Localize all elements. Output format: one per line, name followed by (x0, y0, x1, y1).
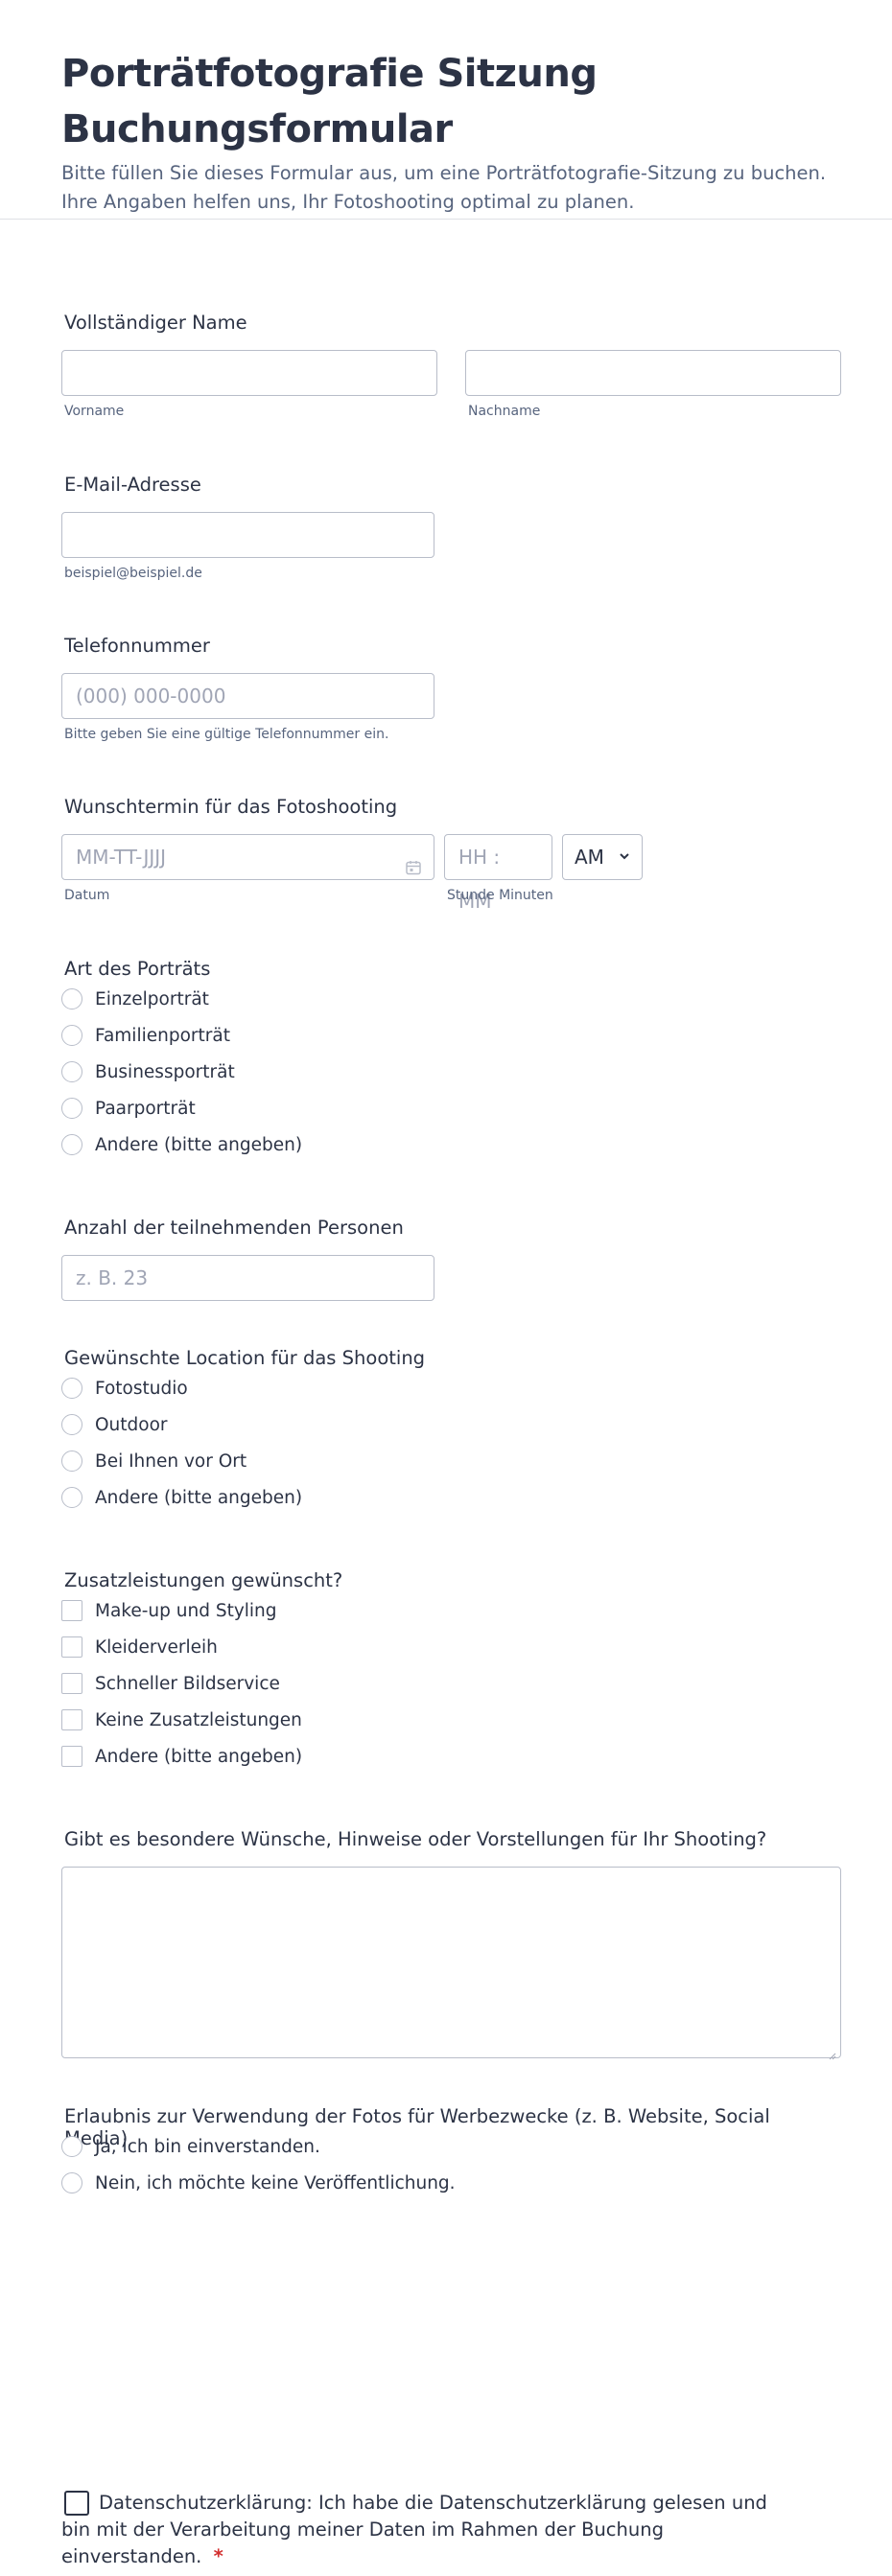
date-sublabel: Datum (64, 888, 110, 903)
name-label: Vollständiger Name (64, 312, 247, 334)
privacy-line-3: einverstanden. * (61, 2543, 790, 2570)
checkbox[interactable] (61, 1709, 82, 1730)
checkbox-option[interactable]: Kleiderverleih (61, 1633, 218, 1661)
calendar-icon[interactable] (405, 847, 422, 892)
radio-circle[interactable] (61, 988, 82, 1010)
radio-circle[interactable] (61, 1098, 82, 1119)
first-name-input[interactable] (61, 350, 437, 396)
email-section: E-Mail-Adresse beispiel@beispiel.de (61, 474, 838, 598)
wishes-textarea[interactable] (61, 1867, 841, 2060)
option-label: Familienporträt (95, 1025, 230, 1046)
email-sublabel: beispiel@beispiel.de (64, 566, 202, 581)
option-label: Nein, ich möchte keine Veröffentlichung. (95, 2172, 456, 2193)
last-name-sublabel: Nachname (468, 404, 541, 419)
radio-circle[interactable] (61, 1414, 82, 1435)
option-label: Businessporträt (95, 1061, 235, 1082)
checkbox[interactable] (61, 1600, 82, 1621)
checkbox[interactable] (61, 1746, 82, 1767)
privacy-checkbox[interactable] (64, 2491, 89, 2516)
privacy-line-1: Datenschutzerklärung: Ich habe die Daten… (61, 2490, 790, 2517)
checkbox-option[interactable]: Andere (bitte angeben) (61, 1742, 302, 1771)
resize-handle-icon[interactable] (829, 2046, 836, 2060)
privacy-text-1: Datenschutzerklärung: Ich habe die Daten… (99, 2492, 767, 2514)
permission-section: Erlaubnis zur Verwendung der Fotos für W… (61, 2105, 838, 2220)
radio-option[interactable]: Fotostudio (61, 1374, 188, 1403)
option-label: Einzelporträt (95, 988, 209, 1010)
option-label: Schneller Bildservice (95, 1673, 280, 1694)
form-title: Porträtfotografie Sitzung Buchungsformul… (61, 52, 598, 151)
location-section: Gewünschte Location für das Shooting Fot… (61, 1347, 838, 1529)
name-section: Vollständiger Name Vorname Nachname (61, 312, 841, 436)
form-subtitle: Bitte füllen Sie dieses Formular aus, um… (61, 162, 827, 213)
option-label: Make-up und Styling (95, 1600, 277, 1621)
wishes-section: Gibt es besondere Wünsche, Hinweise oder… (61, 1828, 841, 2068)
option-label: Andere (bitte angeben) (95, 1134, 303, 1155)
date-placeholder: MM-TT-JJJJ (76, 846, 167, 869)
radio-circle[interactable] (61, 1025, 82, 1046)
phone-input[interactable]: (000) 000-0000 (61, 673, 434, 719)
form-header: Porträtfotografie Sitzung Buchungsformul… (0, 0, 892, 220)
checkbox[interactable] (61, 1673, 82, 1694)
option-label: Ja, ich bin einverstanden. (95, 2136, 320, 2157)
phone-sublabel: Bitte geben Sie eine gültige Telefonnumm… (64, 727, 389, 742)
radio-circle[interactable] (61, 1450, 82, 1472)
email-label: E-Mail-Adresse (64, 474, 201, 496)
phone-label: Telefonnummer (64, 635, 210, 657)
option-label: Paarporträt (95, 1098, 196, 1119)
radio-circle[interactable] (61, 1134, 82, 1155)
persons-label: Anzahl der teilnehmenden Personen (64, 1217, 404, 1239)
radio-circle[interactable] (61, 2172, 82, 2193)
first-name-sublabel: Vorname (64, 404, 125, 419)
privacy-section: Datenschutzerklärung: Ich habe die Daten… (61, 2490, 790, 2576)
option-label: Andere (bitte angeben) (95, 1487, 303, 1508)
radio-option[interactable]: Andere (bitte angeben) (61, 1483, 302, 1512)
option-label: Andere (bitte angeben) (95, 1746, 303, 1767)
radio-option[interactable]: Andere (bitte angeben) (61, 1130, 302, 1159)
date-section: Wunschtermin für das Fotoshooting MM-TT-… (61, 796, 838, 920)
location-label: Gewünschte Location für das Shooting (64, 1347, 426, 1369)
checkbox-option[interactable]: Schneller Bildservice (61, 1669, 280, 1698)
persons-input[interactable]: z. B. 23 (61, 1255, 434, 1301)
time-sublabel: Stunde Minuten (447, 888, 553, 903)
portrait-type-section: Art des Porträts Einzelporträt Familienp… (61, 958, 838, 1178)
radio-option[interactable]: Bei Ihnen vor Ort (61, 1447, 246, 1475)
time-input[interactable]: HH : MM (444, 834, 552, 913)
option-label: Outdoor (95, 1414, 168, 1435)
last-name-input[interactable] (465, 350, 841, 396)
radio-option[interactable]: Familienporträt (61, 1021, 230, 1050)
date-input[interactable]: MM-TT-JJJJ (61, 834, 434, 880)
radio-circle[interactable] (61, 2136, 82, 2157)
radio-option[interactable]: Businessporträt (61, 1057, 235, 1086)
portrait-type-label: Art des Porträts (64, 958, 211, 980)
option-label: Fotostudio (95, 1378, 188, 1399)
extras-section: Zusatzleistungen gewünscht? Make-up und … (61, 1569, 838, 1790)
radio-option[interactable]: Paarporträt (61, 1094, 196, 1123)
privacy-text-2: bin mit der Verarbeitung meiner Daten im… (61, 2518, 664, 2541)
radio-option[interactable]: Outdoor (61, 1410, 168, 1439)
option-label: Bei Ihnen vor Ort (95, 1450, 247, 1472)
privacy-text-3: einverstanden. (61, 2545, 202, 2567)
ampm-select[interactable]: AM (562, 834, 643, 880)
ampm-value: AM (575, 846, 604, 869)
email-input[interactable] (61, 512, 434, 558)
radio-option[interactable]: Ja, ich bin einverstanden. (61, 2132, 320, 2161)
wishes-label: Gibt es besondere Wünsche, Hinweise oder… (64, 1828, 767, 1850)
radio-circle[interactable] (61, 1487, 82, 1508)
radio-circle[interactable] (61, 1061, 82, 1082)
radio-option[interactable]: Einzelporträt (61, 985, 209, 1013)
persons-section: Anzahl der teilnehmenden Personen z. B. … (61, 1217, 838, 1312)
option-label: Kleiderverleih (95, 1636, 218, 1658)
radio-circle[interactable] (61, 1378, 82, 1399)
checkbox[interactable] (61, 1636, 82, 1658)
phone-section: Telefonnummer (000) 000-0000 Bitte geben… (61, 635, 838, 759)
extras-label: Zusatzleistungen gewünscht? (64, 1569, 343, 1591)
required-asterisk: * (213, 2545, 223, 2567)
checkbox-option[interactable]: Make-up und Styling (61, 1596, 277, 1625)
chevron-down-icon (619, 835, 630, 894)
radio-option[interactable]: Nein, ich möchte keine Veröffentlichung. (61, 2169, 456, 2197)
date-label: Wunschtermin für das Fotoshooting (64, 796, 398, 818)
checkbox-option[interactable]: Keine Zusatzleistungen (61, 1706, 302, 1734)
option-label: Keine Zusatzleistungen (95, 1709, 302, 1730)
